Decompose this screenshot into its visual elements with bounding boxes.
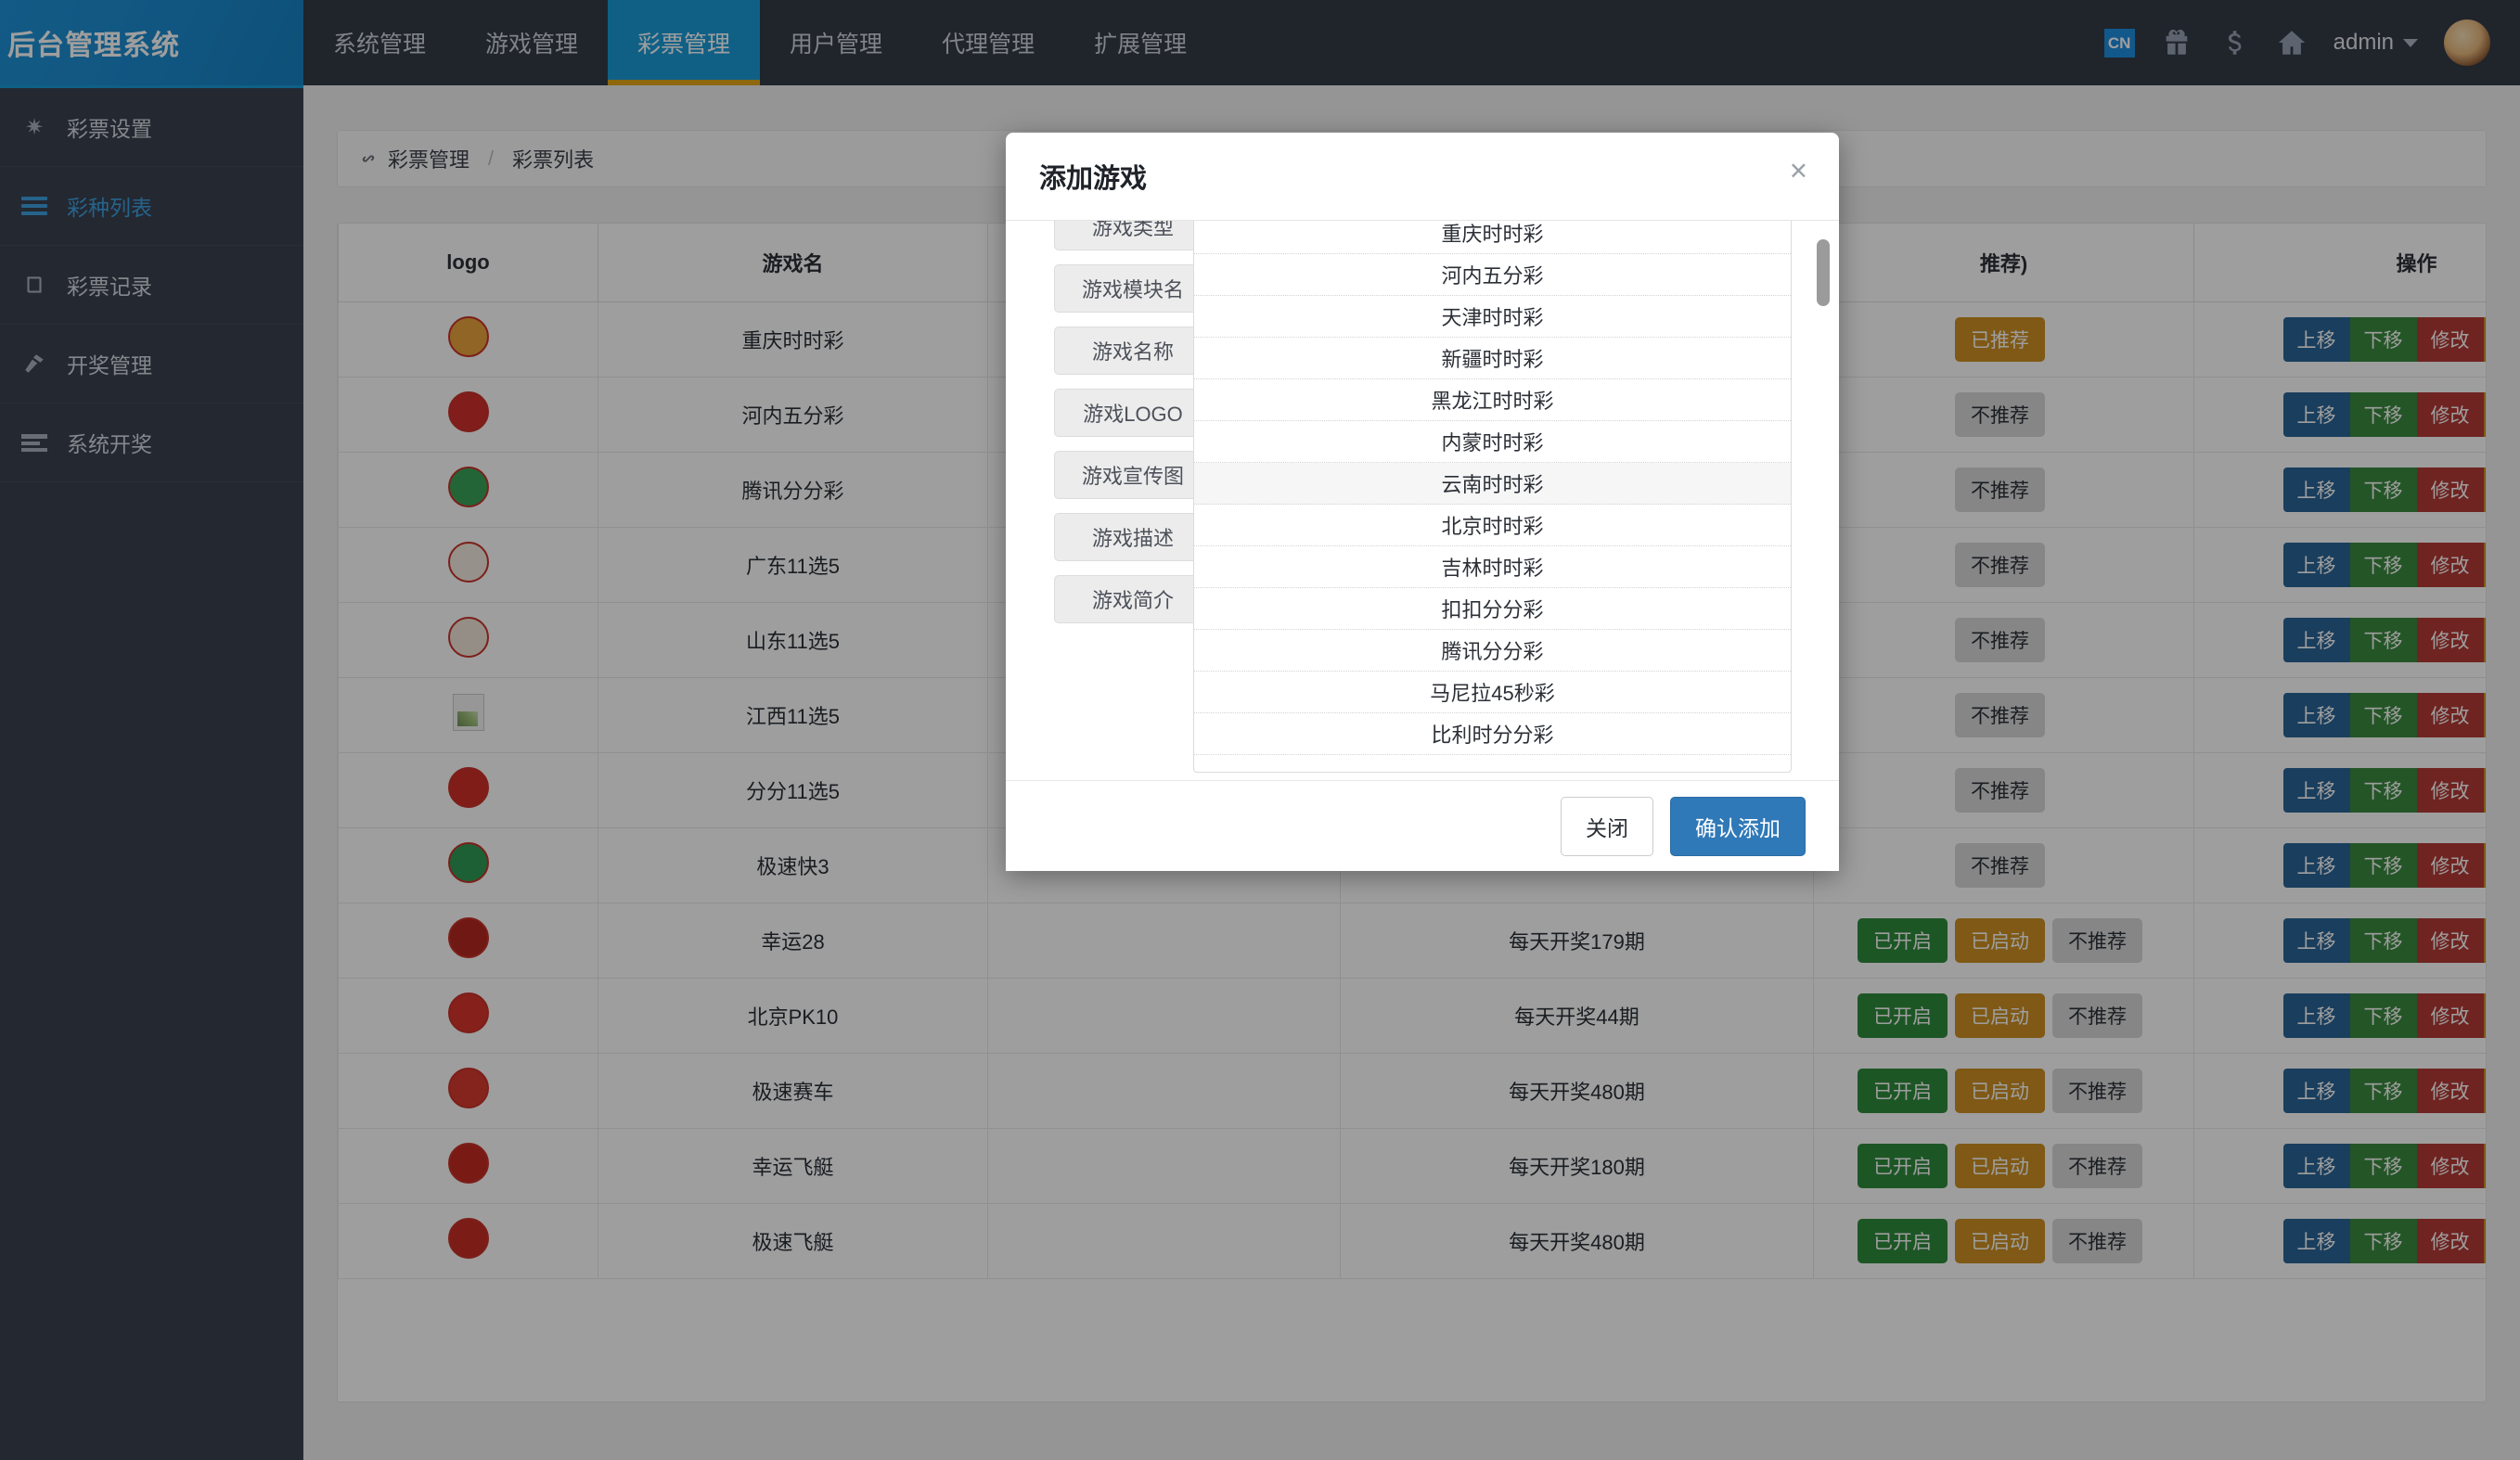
dropdown-option[interactable]: 吉林时时彩 — [1194, 546, 1791, 588]
form-label: 游戏简介 — [1054, 574, 1212, 623]
modal-confirm-button[interactable]: 确认添加 — [1670, 796, 1806, 856]
dropdown-option[interactable]: 马尼拉45秒彩 — [1194, 672, 1791, 713]
dropdown-option[interactable]: 扣扣分分彩 — [1194, 588, 1791, 630]
form-label: 游戏宣传图 — [1054, 450, 1212, 499]
form-label: 游戏模块名 — [1054, 263, 1212, 313]
dropdown-option[interactable]: 北京时时彩 — [1194, 505, 1791, 546]
modal-footer: 关闭 确认添加 — [1006, 780, 1839, 871]
modal-title: 添加游戏 — [1039, 164, 1148, 194]
modal-scrollbar[interactable] — [1817, 228, 1830, 773]
modal-header: 添加游戏 × — [1006, 133, 1839, 221]
form-label: 游戏描述 — [1054, 512, 1212, 561]
dropdown-option[interactable]: 天津时时彩 — [1194, 296, 1791, 338]
dropdown-option-clipped[interactable] — [1194, 755, 1791, 772]
dropdown-option[interactable]: 黑龙江时时彩 — [1194, 379, 1791, 421]
dropdown-option[interactable]: 重庆时时彩 — [1194, 221, 1791, 254]
form-label: 游戏LOGO — [1054, 388, 1212, 437]
form-label: 游戏类型 — [1054, 221, 1212, 250]
form-label: 游戏名称 — [1054, 326, 1212, 375]
dropdown-option[interactable]: 腾讯分分彩 — [1194, 630, 1791, 672]
dropdown-option[interactable]: 新疆时时彩 — [1194, 338, 1791, 379]
modal-body: 游戏类型游戏模块名游戏名称游戏LOGO 游戏宣传图游戏描述游戏简介 重庆时时彩 河内… — [1006, 221, 1839, 780]
scrollbar-thumb[interactable] — [1817, 239, 1830, 306]
game-type-dropdown[interactable]: 重庆时时彩 河内五分彩 天津时时彩 新疆时时彩 黑龙江时时彩 内蒙时时彩 云南时时彩 北京时时… — [1193, 221, 1792, 773]
dropdown-option[interactable]: 比利时分分彩 — [1194, 713, 1791, 755]
close-icon[interactable]: × — [1790, 155, 1807, 186]
add-game-modal: 添加游戏 × 游戏类型游戏模块名游戏名称游戏LOGO 游戏宣传图游戏描述游戏简介 … — [1006, 133, 1839, 871]
modal-close-button[interactable]: 关闭 — [1561, 796, 1653, 856]
dropdown-option[interactable]: 河内五分彩 — [1194, 254, 1791, 296]
dropdown-option[interactable]: 云南时时彩 — [1194, 463, 1791, 505]
dropdown-option[interactable]: 内蒙时时彩 — [1194, 421, 1791, 463]
